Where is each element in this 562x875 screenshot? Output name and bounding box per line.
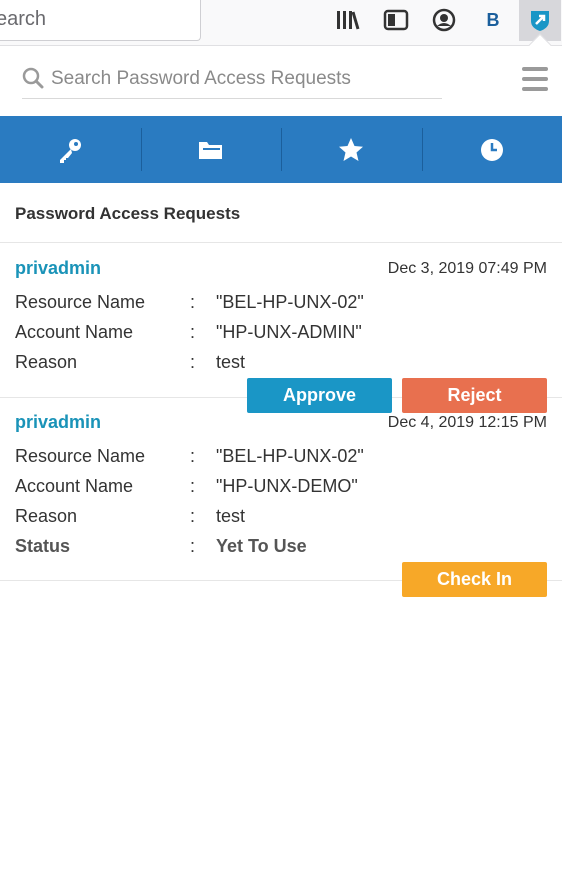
sidebar-icon[interactable] xyxy=(383,7,409,33)
field-separator: : xyxy=(190,352,196,372)
field-reason: Reason : test xyxy=(15,506,545,530)
tab-requests[interactable] xyxy=(421,116,562,183)
field-label: Reason xyxy=(15,352,78,372)
field-separator: : xyxy=(190,292,196,312)
search-bar xyxy=(22,63,442,99)
field-account-name: Account Name : "HP-UNX-ADMIN" xyxy=(15,322,545,346)
star-icon xyxy=(339,137,364,161)
account-icon[interactable] xyxy=(431,7,457,33)
request-username: privadmin xyxy=(15,412,102,432)
field-resource-name: Resource Name : "BEL-HP-UNX-02" xyxy=(15,292,545,316)
field-separator: : xyxy=(190,536,196,556)
search-icon xyxy=(22,67,44,94)
request-card: privadmin Dec 3, 2019 07:49 PM Resource … xyxy=(0,242,562,397)
field-separator: : xyxy=(190,322,196,342)
tab-folders[interactable] xyxy=(140,116,282,183)
field-status: Status : Yet To Use xyxy=(15,536,545,560)
hamburger-menu-icon[interactable] xyxy=(522,67,548,93)
field-label: Account Name xyxy=(15,476,134,496)
request-card: privadmin Dec 4, 2019 12:15 PM Resource … xyxy=(0,397,562,580)
tab-bar xyxy=(0,116,562,183)
search-input[interactable] xyxy=(51,65,436,93)
field-value: test xyxy=(216,352,246,372)
field-account-name: Account Name : "HP-UNX-DEMO" xyxy=(15,476,545,500)
field-label: Resource Name xyxy=(15,292,146,312)
tab-passwords[interactable] xyxy=(0,116,141,183)
field-label: Reason xyxy=(15,506,78,526)
request-date: Dec 4, 2019 12:15 PM xyxy=(387,414,547,431)
check-in-button[interactable]: Check In xyxy=(402,562,547,597)
field-reason: Reason : test xyxy=(15,352,545,376)
extension-shield-icon xyxy=(527,7,553,33)
request-username: privadmin xyxy=(15,258,102,278)
section-title: Password Access Requests xyxy=(15,204,241,223)
field-label: Account Name xyxy=(15,322,134,342)
status-value: Yet To Use xyxy=(216,536,307,556)
field-separator: : xyxy=(190,476,196,496)
request-date: Dec 3, 2019 07:49 PM xyxy=(387,260,547,277)
clock-icon xyxy=(480,138,503,161)
bold-b-icon[interactable]: B xyxy=(480,7,506,33)
field-label: Status xyxy=(15,536,71,556)
field-resource-name: Resource Name : "BEL-HP-UNX-02" xyxy=(15,446,545,470)
field-separator: : xyxy=(190,446,196,466)
field-value: "HP-UNX-DEMO" xyxy=(216,476,358,496)
folder-icon xyxy=(198,141,222,159)
tab-favorites[interactable] xyxy=(281,116,422,183)
field-value: "BEL-HP-UNX-02" xyxy=(216,292,364,312)
field-value: "HP-UNX-ADMIN" xyxy=(216,322,362,342)
library-icon[interactable] xyxy=(335,7,361,33)
field-separator: : xyxy=(190,506,196,526)
address-bar-text: earch xyxy=(0,8,47,30)
field-label: Resource Name xyxy=(15,446,146,466)
address-bar[interactable]: earch xyxy=(0,0,201,41)
field-value: "BEL-HP-UNX-02" xyxy=(216,446,364,466)
key-icon xyxy=(60,138,82,163)
field-value: test xyxy=(216,506,246,526)
browser-toolbar: earch B xyxy=(0,0,562,46)
